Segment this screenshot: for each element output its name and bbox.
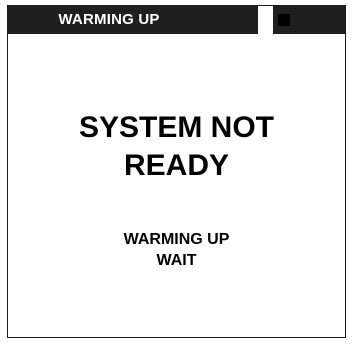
header-divider: [258, 6, 273, 34]
header-title: WARMING UP: [8, 6, 258, 34]
system-status-line-1: SYSTEM NOT: [78, 111, 274, 144]
status-indicator-icon: [278, 14, 290, 26]
header-indicator-area: [273, 6, 345, 34]
warming-up-line-1: WARMING UP: [123, 231, 230, 248]
display-panel: WARMING UP SYSTEM NOT READY WARMING UP W…: [7, 5, 346, 338]
warming-up-line-2: WAIT: [156, 252, 197, 269]
status-header: WARMING UP: [8, 6, 345, 34]
warming-up-message: WARMING UP WAIT: [8, 229, 345, 271]
system-status-line-2: READY: [123, 149, 229, 182]
system-status-message: SYSTEM NOT READY: [8, 109, 345, 185]
